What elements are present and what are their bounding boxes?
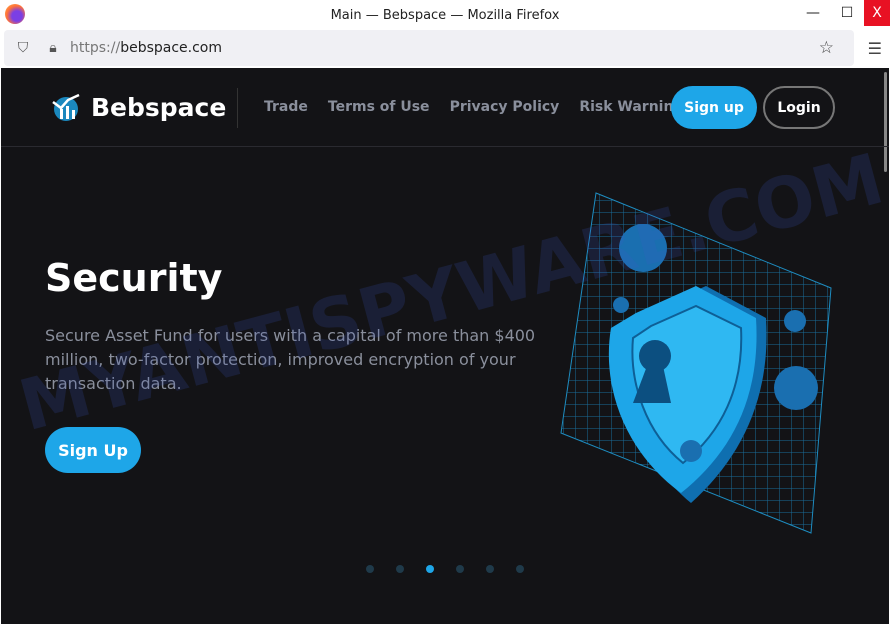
carousel-dot[interactable] [516,565,524,573]
login-button[interactable]: Login [763,86,835,129]
firefox-icon [5,4,25,24]
hamburger-menu-icon[interactable]: ☰ [868,39,882,58]
nav-terms-of-use[interactable]: Terms of Use [328,99,430,115]
maximize-button[interactable]: ☐ [830,0,864,26]
main-nav: Trade Terms of Use Privacy Policy Risk W… [264,99,692,115]
url-host: bebspace.com [120,40,222,56]
carousel-dot-active[interactable] [426,565,434,573]
logo[interactable]: Bebspace [51,92,226,122]
hero-description: Secure Asset Fund for users with a capit… [45,326,536,393]
carousel-dot[interactable] [366,565,374,573]
carousel-dot[interactable] [396,565,404,573]
nav-trade[interactable]: Trade [264,99,308,115]
signup-button[interactable]: Sign up [671,86,757,129]
url-field[interactable]: https://bebspace.com [70,40,222,56]
window-title: Main — Bebspace — Mozilla Firefox [330,7,560,23]
lock-icon[interactable]: 🔒︎ [42,40,64,56]
web-page: Bebspace Trade Terms of Use Privacy Poli… [1,68,889,624]
site-header: Bebspace Trade Terms of Use Privacy Poli… [1,68,889,147]
chart-logo-icon [52,93,80,121]
carousel-dot[interactable] [456,565,464,573]
url-scheme: https:// [70,40,121,56]
minimize-button[interactable]: — [796,0,830,26]
window-titlebar: Main — Bebspace — Mozilla Firefox — ☐ X [0,0,890,30]
divider [237,88,238,128]
hero-signup-button[interactable]: Sign Up [45,427,141,473]
brand-name: Bebspace [91,92,227,122]
nav-privacy-policy[interactable]: Privacy Policy [450,99,560,115]
carousel-dot[interactable] [486,565,494,573]
bookmark-star-icon[interactable]: ☆ [819,38,834,58]
hero-title: Security [45,256,223,300]
address-bar[interactable]: ⛉ 🔒︎ https://bebspace.com ☆ ☰ [4,30,882,66]
close-button[interactable]: X [864,0,890,26]
carousel-dots [366,565,524,573]
security-shield-illustration [560,192,832,534]
shield-icon[interactable]: ⛉ [12,40,34,56]
